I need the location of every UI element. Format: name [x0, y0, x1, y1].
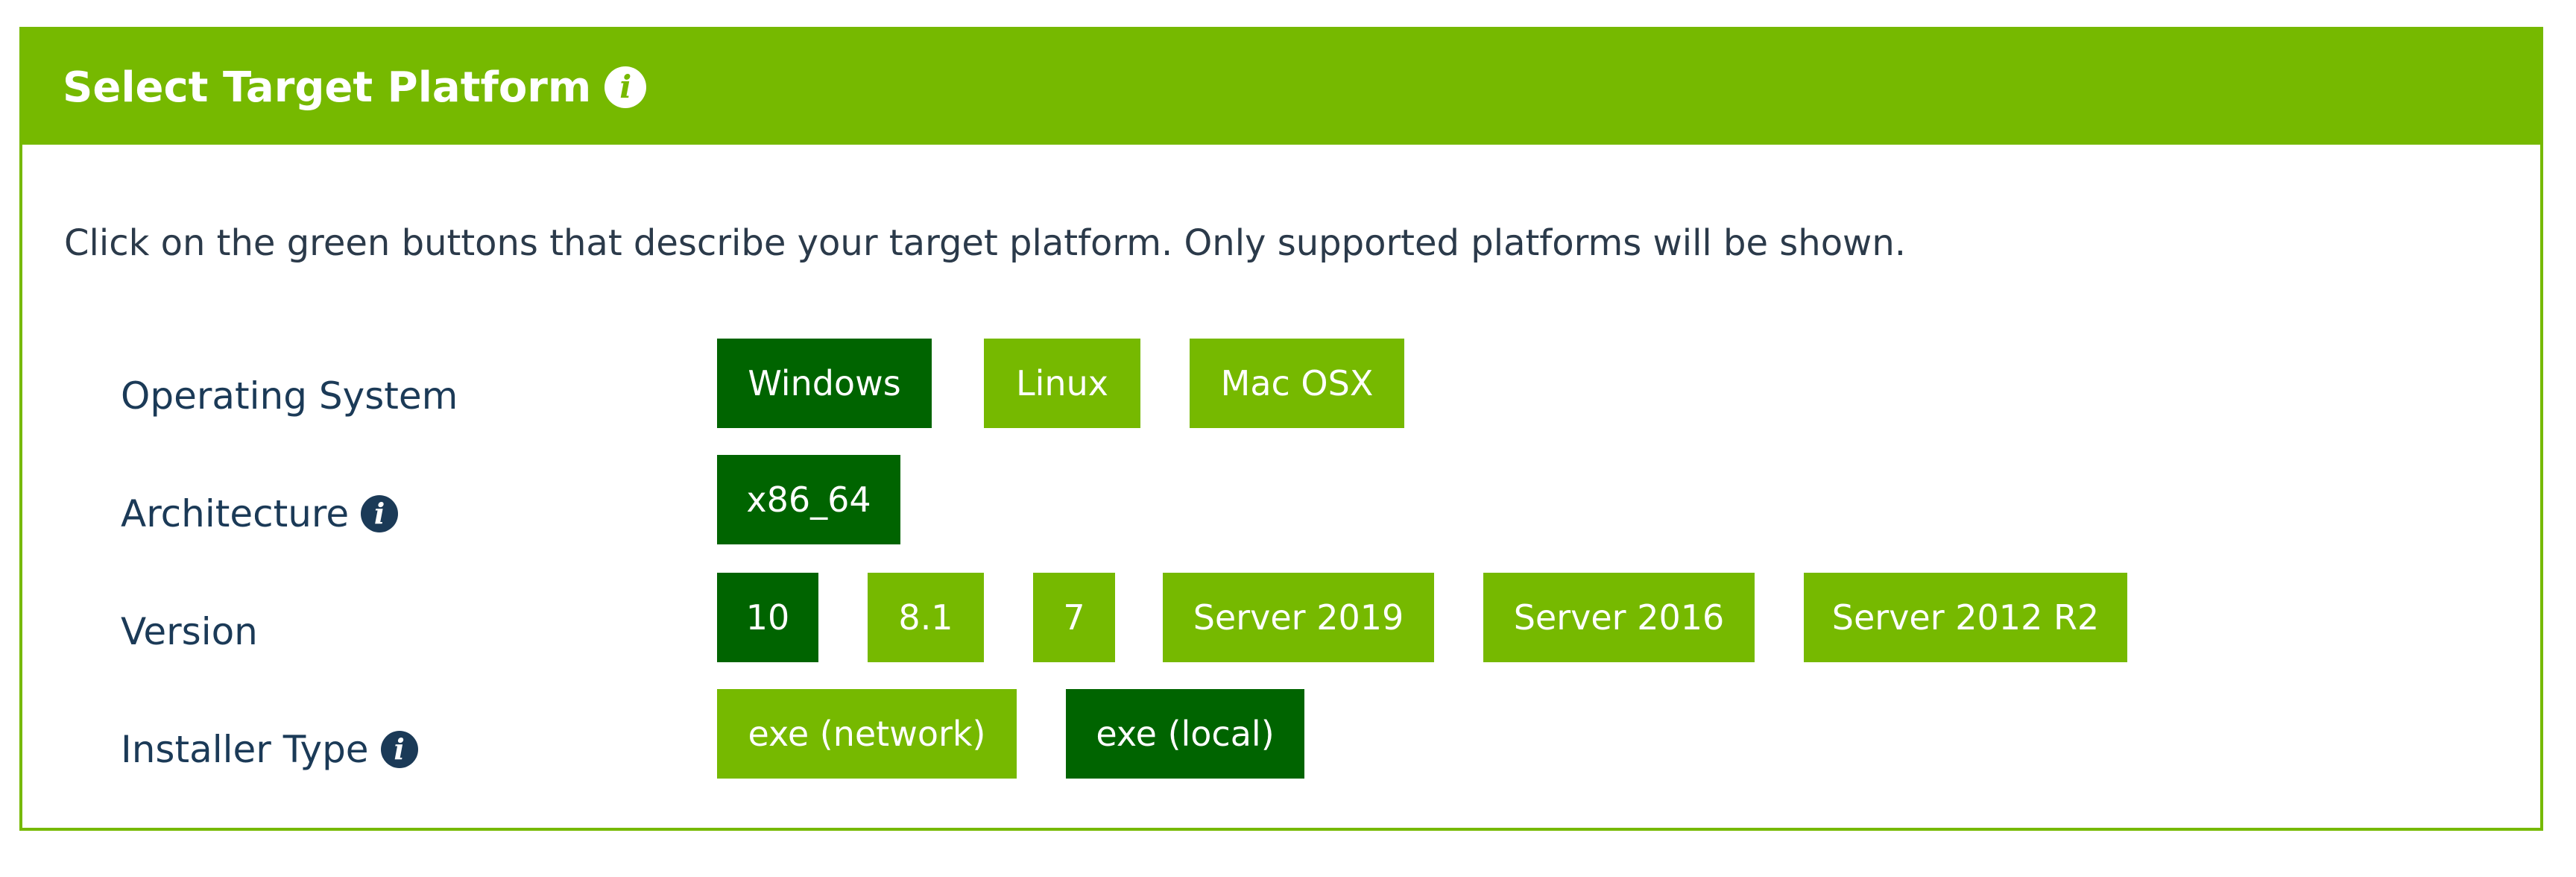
- option-server-2012-r2[interactable]: Server 2012 R2: [1804, 573, 2127, 662]
- panel-title: Select Target Platform: [63, 63, 592, 112]
- row-label-architecture: Architecture i: [121, 492, 399, 535]
- row-label-operating-system: Operating System: [121, 374, 458, 418]
- panel-header: Select Target Platform i: [22, 30, 2540, 145]
- architecture-info-icon[interactable]: i: [361, 495, 399, 532]
- option-mac-osx[interactable]: Mac OSX: [1190, 339, 1404, 428]
- row-label-installer-type: Installer Type i: [121, 728, 418, 771]
- option-exe-local[interactable]: exe (local): [1066, 689, 1304, 779]
- option-server-2019[interactable]: Server 2019: [1163, 573, 1434, 662]
- row-label-version: Version: [121, 610, 258, 653]
- option-server-2016[interactable]: Server 2016: [1483, 573, 1755, 662]
- platform-selector-panel: Select Target Platform i Click on the gr…: [19, 27, 2543, 831]
- option-windows[interactable]: Windows: [717, 339, 932, 428]
- option-version-10[interactable]: 10: [717, 573, 818, 662]
- option-version-7[interactable]: 7: [1033, 573, 1115, 662]
- option-x86-64[interactable]: x86_64: [717, 455, 900, 544]
- option-linux[interactable]: Linux: [984, 339, 1140, 428]
- info-icon[interactable]: i: [604, 66, 647, 108]
- option-exe-network[interactable]: exe (network): [717, 689, 1017, 779]
- option-version-8-1[interactable]: 8.1: [868, 573, 984, 662]
- installer-type-info-icon[interactable]: i: [380, 731, 418, 768]
- instructions-text: Click on the green buttons that describe…: [64, 222, 1906, 264]
